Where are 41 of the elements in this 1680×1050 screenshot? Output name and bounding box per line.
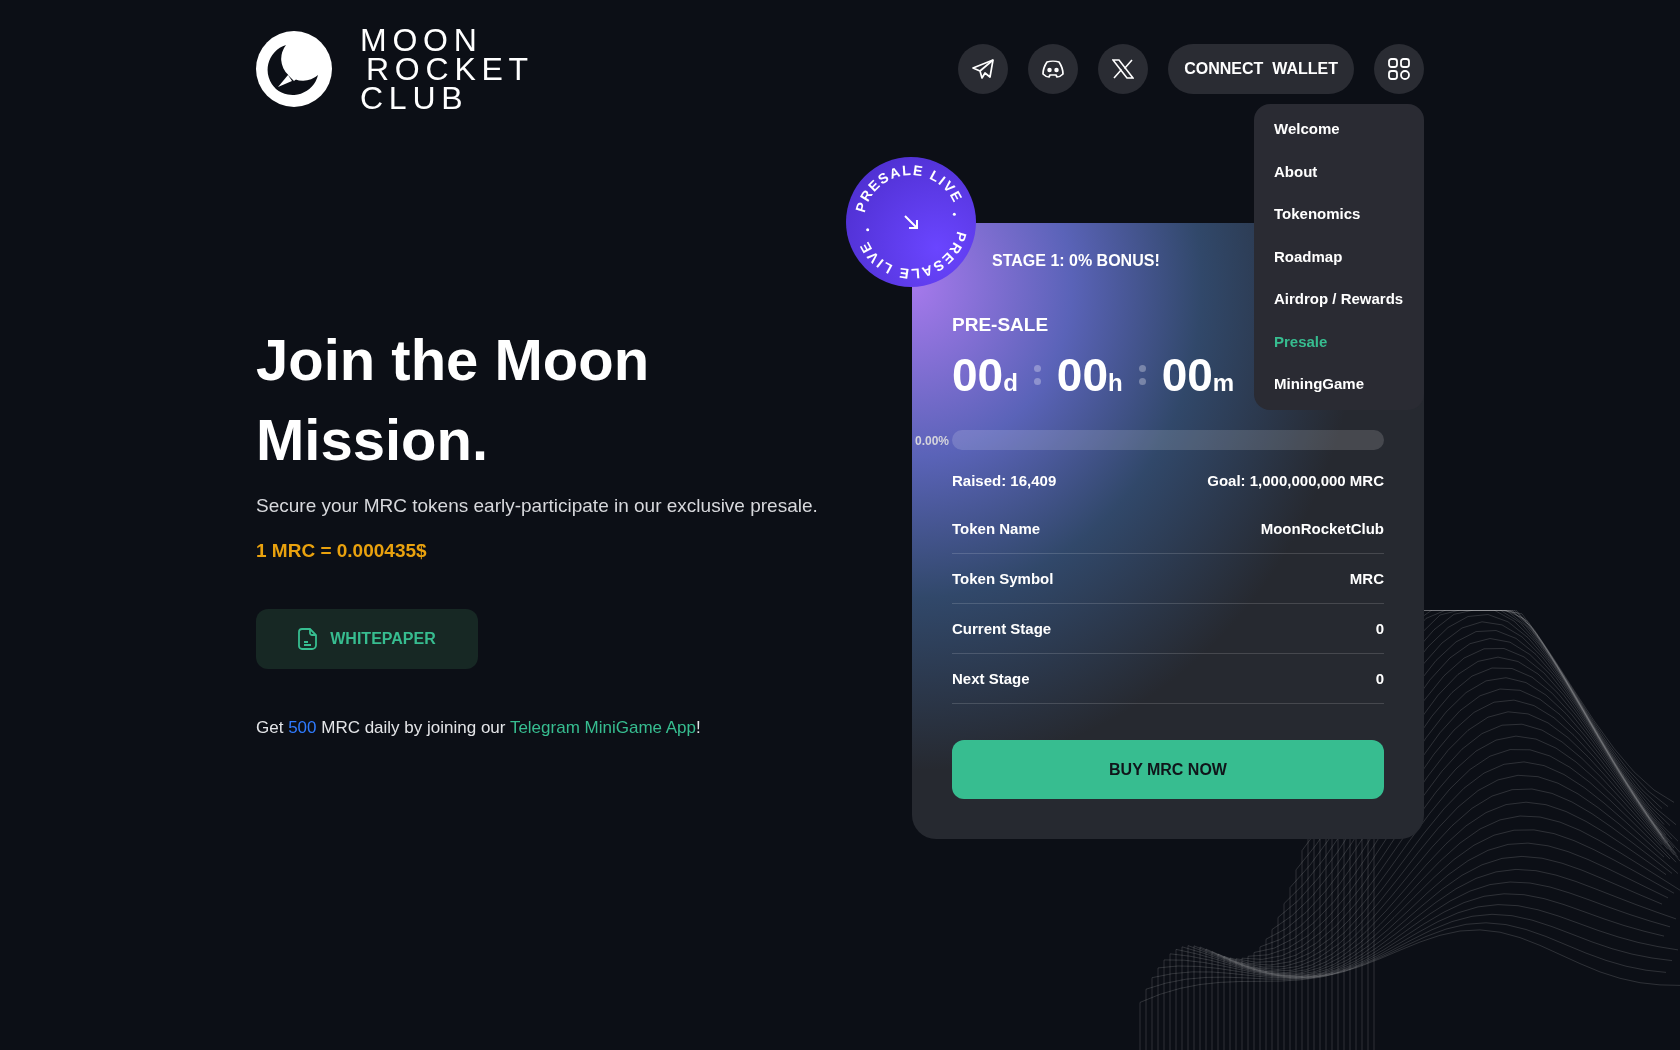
goal-amount: Goal: 1,000,000,000 MRC bbox=[1207, 470, 1384, 491]
connect-wallet-button[interactable]: CONNECT WALLET bbox=[1168, 44, 1354, 95]
stage-bonus-text: STAGE 1: 0% BONUS! bbox=[992, 251, 1160, 272]
menu-item[interactable]: Airdrop / Rewards bbox=[1274, 288, 1404, 311]
row-label: Token Name bbox=[952, 518, 1041, 539]
document-icon bbox=[298, 628, 319, 651]
hero-subtitle: Secure your MRC tokens early-participate in our exclusive presale. bbox=[256, 494, 819, 519]
colon-separator bbox=[1033, 364, 1041, 385]
presale-heading: PRE-SALE bbox=[951, 313, 1050, 338]
menu-button[interactable] bbox=[1374, 44, 1424, 95]
promo-text: Get 500 MRC daily by joining our Telegram MiniGame App! bbox=[256, 717, 702, 740]
logo-wordmark: MOON ROCKET CLUB bbox=[360, 26, 534, 113]
controller-face-icon bbox=[1041, 60, 1066, 79]
row-value: MRC bbox=[1349, 568, 1384, 589]
menu-item[interactable]: Roadmap bbox=[1274, 245, 1404, 269]
row-value: 0 bbox=[1375, 668, 1384, 689]
row-value: 0 bbox=[1375, 618, 1384, 639]
menu-item[interactable]: Presale bbox=[1274, 330, 1404, 354]
row-label: Next Stage bbox=[952, 668, 1030, 689]
row-value: MoonRocketClub bbox=[1260, 518, 1384, 539]
menu-item[interactable]: About bbox=[1274, 160, 1404, 184]
telegram-minigame-link[interactable]: Telegram MiniGame App bbox=[509, 718, 697, 738]
token-price: 1 MRC = 0.000435$ bbox=[256, 538, 428, 563]
row-label: Current Stage bbox=[952, 618, 1052, 639]
paper-plane-icon bbox=[972, 59, 995, 80]
x-logo-icon bbox=[1112, 59, 1135, 80]
menu-item[interactable]: Welcome bbox=[1274, 118, 1404, 141]
menu-item[interactable]: MiningGame bbox=[1274, 373, 1404, 396]
grid-menu-icon bbox=[1388, 58, 1410, 81]
whitepaper-button[interactable]: WHITEPAPER bbox=[256, 609, 478, 670]
progress-percentage: 0.00% bbox=[915, 432, 950, 450]
arrow-down-right-icon bbox=[904, 215, 918, 230]
raised-amount: Raised: 16,409 bbox=[952, 470, 1057, 491]
countdown-value: 00h bbox=[1056, 351, 1123, 398]
menu-item[interactable]: Tokenomics bbox=[1274, 203, 1404, 226]
countdown-value: 00m bbox=[1161, 351, 1235, 398]
row-label: Token Symbol bbox=[952, 568, 1054, 589]
hero-title: Join the Moon Mission. bbox=[256, 326, 651, 475]
buy-button[interactable]: BUY MRC NOW bbox=[952, 740, 1384, 800]
countdown-value: 00d bbox=[952, 351, 1018, 398]
colon-separator bbox=[1138, 364, 1146, 385]
